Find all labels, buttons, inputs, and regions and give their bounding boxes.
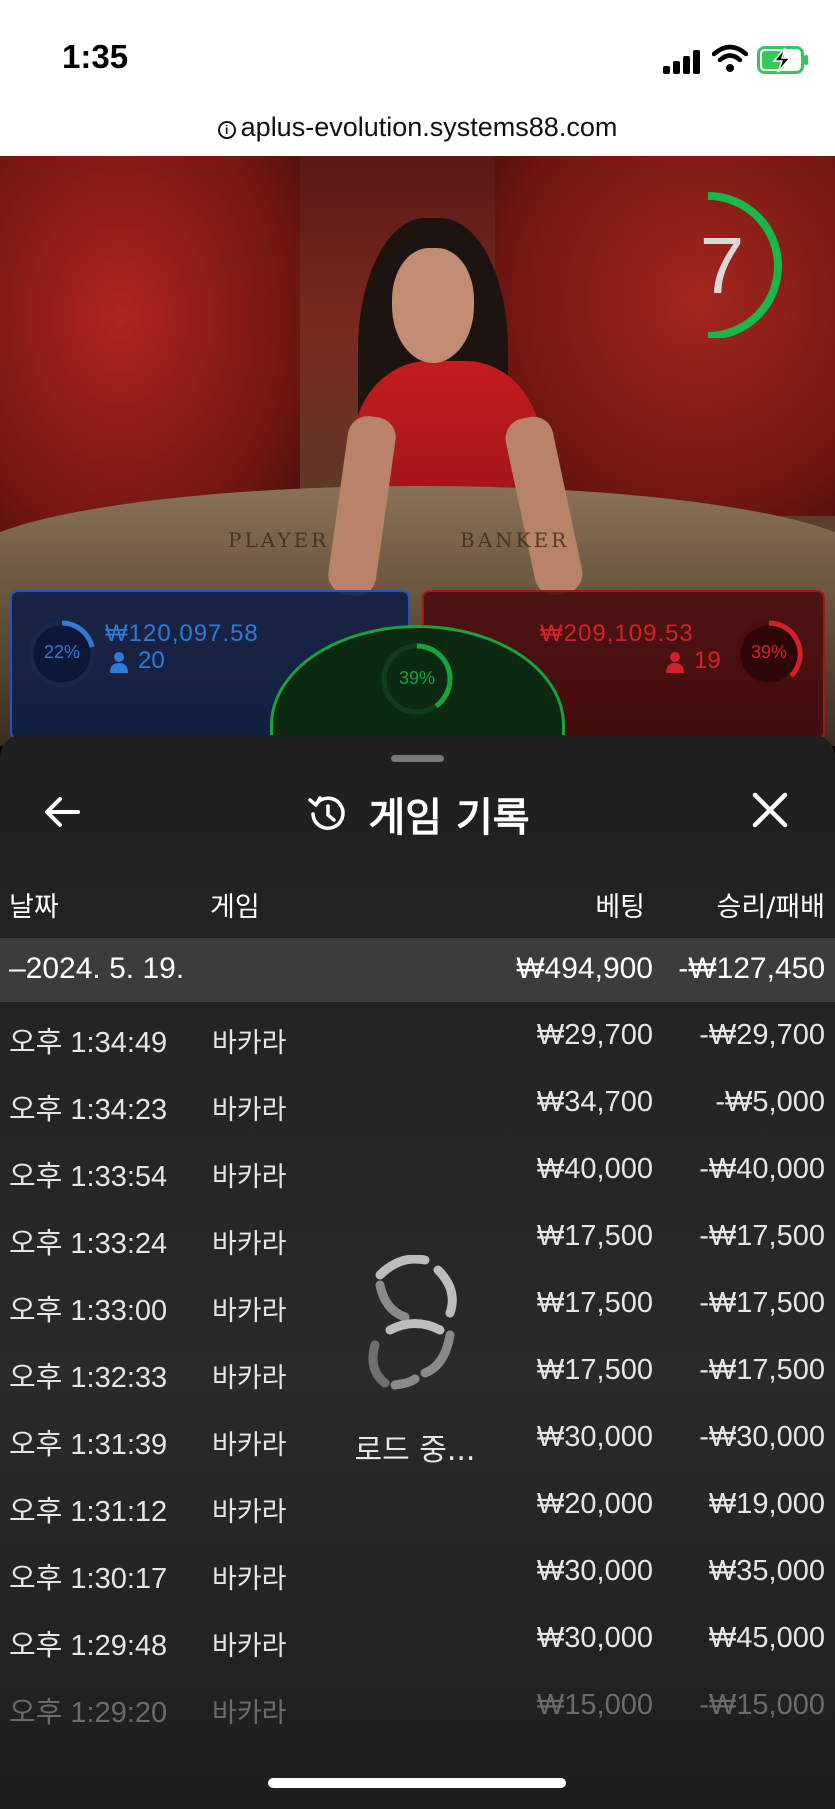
row-time: 오후 1:33:54 <box>9 1161 168 1193</box>
info-icon[interactable]: i <box>217 121 236 139</box>
column-header-game: 게임 <box>210 892 260 923</box>
row-result: -₩17,500 <box>699 1354 825 1386</box>
table-row[interactable]: 오후 1:29:20 바카라 ₩15,000 -₩15,000 <box>0 1675 835 1742</box>
row-bet: ₩29,700 <box>536 1019 653 1051</box>
loading-spinner-icon <box>368 1255 457 1390</box>
table-row[interactable]: 오후 1:34:49 바카라 ₩29,700 -₩29,700 <box>0 1005 835 1072</box>
row-game: 바카라 <box>212 1430 287 1461</box>
table-row[interactable]: 오후 1:33:54 바카라 ₩40,000 -₩40,000 <box>0 1139 835 1206</box>
url-text[interactable]: i aplus-evolution.systems88.com <box>217 112 618 143</box>
table-word-player: PLAYER <box>228 528 330 552</box>
row-time: 오후 1:30:17 <box>9 1563 168 1595</box>
row-result: -₩29,700 <box>699 1019 825 1051</box>
banker-bettor-count: 19 <box>694 647 721 674</box>
player-bet-total: ₩120,097.58 <box>105 620 259 647</box>
row-bet: ₩17,500 <box>536 1354 653 1386</box>
home-indicator[interactable] <box>268 1778 566 1788</box>
loading-text: 로드 중... <box>354 1433 476 1468</box>
row-time: 오후 1:34:23 <box>9 1094 168 1126</box>
table-row[interactable]: 오후 1:29:48 바카라 ₩30,000 ₩45,000 <box>0 1608 835 1675</box>
row-time: 오후 1:32:33 <box>9 1362 168 1394</box>
bet-spots: 22% ₩120,097.58 20 39% ₩209,109.53 19 39… <box>0 590 835 825</box>
row-time: 오후 1:29:48 <box>9 1630 168 1662</box>
column-header-date: 날짜 <box>9 892 59 923</box>
row-result: -₩40,000 <box>699 1153 825 1185</box>
row-bet: ₩17,500 <box>536 1287 653 1319</box>
row-time: 오후 1:29:20 <box>9 1697 168 1729</box>
panel-header: 게임 기록 <box>0 785 835 843</box>
row-result: ₩19,000 <box>708 1488 825 1520</box>
date-group-date: –2024. 5. 19. <box>9 952 185 985</box>
banker-percent: 39% <box>750 642 788 662</box>
row-time: 오후 1:31:39 <box>9 1429 168 1461</box>
close-icon[interactable] <box>745 785 795 835</box>
row-game: 바카라 <box>212 1229 287 1260</box>
sheet-grabber[interactable] <box>391 755 444 762</box>
date-group-win-total: -₩127,450 <box>678 952 825 985</box>
row-game: 바카라 <box>212 1162 287 1193</box>
row-game: 바카라 <box>212 1497 287 1528</box>
row-time: 오후 1:33:00 <box>9 1295 168 1327</box>
panel-title: 게임 기록 <box>368 795 530 841</box>
row-time: 오후 1:34:49 <box>9 1027 168 1059</box>
table-row[interactable]: 오후 1:34:23 바카라 ₩34,700 -₩5,000 <box>0 1072 835 1139</box>
row-game: 바카라 <box>212 1564 287 1595</box>
row-game: 바카라 <box>212 1296 287 1327</box>
row-bet: ₩30,000 <box>536 1555 653 1587</box>
date-group-bet-total: ₩494,900 <box>516 952 653 985</box>
table-word-banker: BANKER <box>460 528 570 552</box>
row-bet: ₩30,000 <box>536 1622 653 1654</box>
row-result: -₩17,500 <box>699 1287 825 1319</box>
date-group-row[interactable]: –2024. 5. 19. ₩494,900 -₩127,450 <box>0 938 835 1002</box>
history-icon <box>308 796 346 830</box>
status-bar: 1:35 <box>0 0 835 100</box>
row-result: -₩17,500 <box>699 1220 825 1252</box>
player-percent: 22% <box>43 642 81 662</box>
row-bet: ₩40,000 <box>536 1153 653 1185</box>
table-row[interactable]: 오후 1:31:12 바카라 ₩20,000 ₩19,000 <box>0 1474 835 1541</box>
row-bet: ₩17,500 <box>536 1220 653 1252</box>
row-result: ₩35,000 <box>708 1555 825 1587</box>
tie-percent: 39% <box>398 668 436 688</box>
column-headers: 날짜 게임 베팅 승리/패배 <box>0 885 835 935</box>
player-person-icon <box>110 652 128 673</box>
row-result: ₩45,000 <box>708 1622 825 1654</box>
row-result: -₩15,000 <box>699 1689 825 1721</box>
banker-bet-total: ₩209,109.53 <box>540 620 694 647</box>
row-bet: ₩34,700 <box>536 1086 653 1118</box>
address-bar[interactable]: i aplus-evolution.systems88.com <box>0 100 835 156</box>
bet-timer-count: 7 <box>699 221 745 310</box>
column-header-bet: 베팅 <box>595 892 645 923</box>
dealer-face <box>392 248 474 363</box>
row-result: -₩30,000 <box>699 1421 825 1453</box>
url-value: aplus-evolution.systems88.com <box>240 112 618 142</box>
column-header-win-loss: 승리/패배 <box>716 892 825 923</box>
row-game: 바카라 <box>212 1363 287 1394</box>
battery-charging-icon <box>757 46 808 74</box>
row-time: 오후 1:31:12 <box>9 1496 168 1528</box>
row-result: -₩5,000 <box>715 1086 825 1118</box>
signal-icon <box>663 50 703 74</box>
row-bet: ₩20,000 <box>536 1488 653 1520</box>
player-bettor-count: 20 <box>138 647 165 674</box>
row-game: 바카라 <box>212 1028 287 1059</box>
row-time: 오후 1:33:24 <box>9 1228 168 1260</box>
status-time: 1:35 <box>62 38 129 75</box>
table-row[interactable]: 오후 1:30:17 바카라 ₩30,000 ₩35,000 <box>0 1541 835 1608</box>
banker-person-icon <box>666 652 684 673</box>
wifi-icon <box>712 44 748 72</box>
row-game: 바카라 <box>212 1698 287 1729</box>
row-game: 바카라 <box>212 1095 287 1126</box>
row-game: 바카라 <box>212 1631 287 1662</box>
row-bet: ₩15,000 <box>536 1689 653 1721</box>
row-bet: ₩30,000 <box>536 1421 653 1453</box>
